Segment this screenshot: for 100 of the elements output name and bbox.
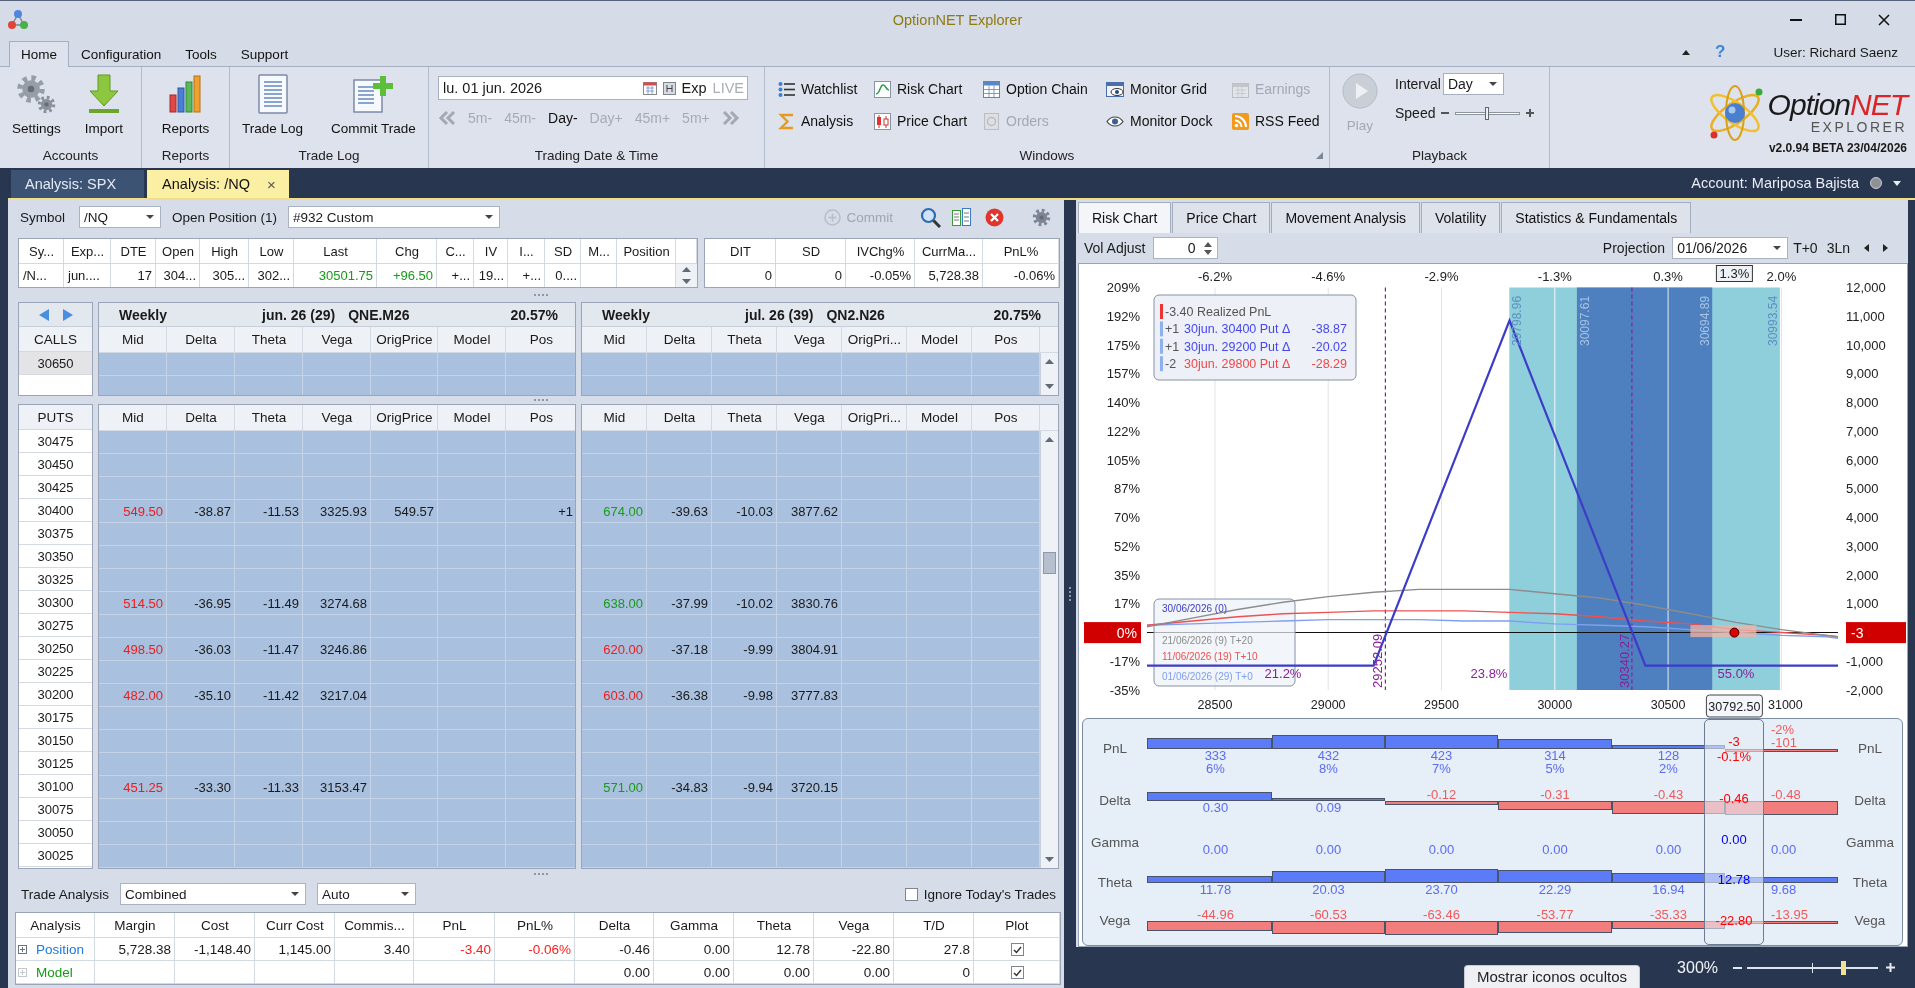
expand-icon[interactable] bbox=[18, 945, 27, 954]
column-header[interactable]: I... bbox=[508, 239, 545, 263]
ribbon-tab[interactable]: Home bbox=[9, 41, 69, 67]
scrollbar[interactable] bbox=[1040, 431, 1058, 868]
scroll-down-icon[interactable] bbox=[1045, 857, 1054, 862]
checkbox[interactable] bbox=[904, 887, 918, 901]
column-header[interactable]: Curr Cost bbox=[255, 913, 335, 937]
plot-checkbox[interactable] bbox=[1010, 943, 1024, 956]
strike-cell[interactable]: 30250 bbox=[19, 637, 92, 660]
strike-cell[interactable]: 30425 bbox=[19, 476, 92, 499]
previous-arrow-icon[interactable] bbox=[38, 308, 49, 321]
column-header[interactable]: Open bbox=[156, 239, 200, 263]
time-step-button[interactable]: Day- bbox=[548, 110, 578, 126]
column-header[interactable]: CurrMa... bbox=[915, 239, 983, 263]
column-header[interactable]: Pos bbox=[506, 405, 577, 430]
offset-button[interactable]: T+0 bbox=[1793, 240, 1818, 256]
column-header[interactable]: Gamma bbox=[654, 913, 734, 937]
analysis-mode-dropdown[interactable]: Combined bbox=[120, 883, 307, 905]
column-header[interactable]: Plot bbox=[974, 913, 1060, 937]
column-header[interactable]: Delta bbox=[575, 913, 654, 937]
interval-dropdown[interactable]: Day bbox=[1442, 73, 1504, 95]
sheets-button[interactable] bbox=[952, 207, 971, 227]
scrollbar[interactable] bbox=[1040, 353, 1058, 395]
chart-tab[interactable]: Movement Analysis bbox=[1271, 202, 1420, 233]
strike-cell[interactable]: 30275 bbox=[19, 614, 92, 637]
column-header[interactable]: Pos bbox=[972, 405, 1040, 430]
column-header[interactable]: Model bbox=[907, 405, 972, 430]
column-header[interactable]: Exp... bbox=[64, 239, 111, 263]
search-button[interactable] bbox=[920, 206, 941, 228]
scroll-up-icon[interactable] bbox=[1045, 359, 1054, 364]
column-header[interactable]: SD bbox=[776, 239, 846, 263]
column-header[interactable]: Model bbox=[907, 327, 972, 352]
column-header[interactable]: Theta bbox=[235, 405, 303, 430]
column-header[interactable]: Pos bbox=[972, 327, 1040, 352]
strike-cell[interactable]: 30650 bbox=[19, 352, 92, 375]
price-chart-button[interactable]: Price Chart bbox=[874, 110, 968, 132]
splitter-handle[interactable] bbox=[533, 398, 549, 402]
column-header[interactable]: Delta bbox=[167, 327, 235, 352]
column-header[interactable]: Analysis bbox=[16, 913, 95, 937]
column-header[interactable]: T/D bbox=[894, 913, 974, 937]
symbol-dropdown[interactable]: /NQ bbox=[79, 206, 161, 228]
strike-cell[interactable]: 30175 bbox=[19, 706, 92, 729]
strike-cell[interactable]: 30300 bbox=[19, 591, 92, 614]
column-header[interactable]: Mid bbox=[99, 405, 167, 430]
minus-icon[interactable] bbox=[1441, 112, 1450, 114]
column-header[interactable]: Mid bbox=[582, 405, 647, 430]
scale-dropdown[interactable]: Auto bbox=[317, 883, 417, 905]
column-header[interactable]: Vega bbox=[303, 327, 371, 352]
column-header[interactable]: PnL bbox=[414, 913, 495, 937]
column-header[interactable]: C... bbox=[437, 239, 474, 263]
projection-dropdown[interactable]: 01/06/2026 bbox=[1672, 237, 1789, 259]
scroll-down-icon[interactable] bbox=[682, 278, 691, 284]
import-button[interactable]: Import bbox=[80, 72, 128, 138]
commit-trade-button[interactable]: Commit Trade bbox=[327, 72, 420, 138]
settings-button[interactable]: Settings bbox=[8, 72, 65, 138]
strike-cell[interactable]: 30225 bbox=[19, 660, 92, 683]
column-header[interactable]: Margin bbox=[95, 913, 175, 937]
risk-chart-button[interactable]: Risk Chart bbox=[874, 78, 963, 100]
strike-cell[interactable]: 30050 bbox=[19, 821, 92, 844]
chart-tab[interactable]: Risk Chart bbox=[1078, 202, 1172, 233]
trade-log-button[interactable]: Trade Log bbox=[238, 72, 308, 138]
column-header[interactable]: High bbox=[200, 239, 249, 263]
column-header[interactable]: Vega bbox=[814, 913, 894, 937]
strike-cell[interactable]: 30350 bbox=[19, 545, 92, 568]
strike-cell[interactable]: 30325 bbox=[19, 568, 92, 591]
column-header[interactable]: OrigPrice bbox=[371, 327, 438, 352]
previous-icon[interactable] bbox=[1864, 244, 1869, 252]
lines-button[interactable]: 3Ln bbox=[1826, 240, 1850, 256]
position-dropdown[interactable]: #932 Custom bbox=[288, 206, 501, 228]
column-header[interactable]: M... bbox=[581, 239, 617, 263]
splitter-handle[interactable] bbox=[1068, 586, 1072, 602]
column-header[interactable]: Vega bbox=[303, 405, 371, 430]
plus-icon[interactable] bbox=[1526, 109, 1535, 117]
plus-icon[interactable] bbox=[1886, 963, 1895, 972]
option-chain-button[interactable]: Option Chain bbox=[983, 78, 1088, 100]
column-header[interactable]: Last bbox=[294, 239, 377, 263]
column-header[interactable]: Model bbox=[438, 405, 506, 430]
strike-cell[interactable]: 30450 bbox=[19, 453, 92, 476]
reports-button[interactable]: Reports bbox=[157, 72, 214, 138]
dropdown-caret-icon[interactable] bbox=[1893, 180, 1901, 186]
monitor-grid-button[interactable]: Monitor Grid bbox=[1106, 78, 1208, 100]
column-header[interactable]: Cost bbox=[175, 913, 255, 937]
column-header[interactable]: Commis... bbox=[335, 913, 414, 937]
strike-cell[interactable]: 30200 bbox=[19, 683, 92, 706]
ribbon-tab[interactable]: Configuration bbox=[69, 41, 174, 67]
spinner-icon[interactable] bbox=[1203, 241, 1212, 255]
column-header[interactable]: Delta bbox=[647, 327, 712, 352]
column-header[interactable]: Position bbox=[617, 239, 676, 263]
column-header[interactable]: SD bbox=[545, 239, 581, 263]
analysis-row-label[interactable]: Position bbox=[36, 942, 85, 957]
scroll-down-icon[interactable] bbox=[1045, 384, 1054, 389]
watchlist-button[interactable]: Watchlist bbox=[778, 78, 858, 100]
column-header[interactable]: Theta bbox=[712, 405, 777, 430]
document-tab[interactable]: Analysis: /NQ × bbox=[147, 170, 289, 198]
column-header[interactable]: Sy... bbox=[19, 239, 64, 263]
chart-tab[interactable]: Statistics & Fundamentals bbox=[1501, 202, 1692, 233]
column-header[interactable]: Delta bbox=[167, 405, 235, 430]
strike-cell[interactable]: 30375 bbox=[19, 522, 92, 545]
scrollbar[interactable] bbox=[676, 264, 697, 287]
column-header[interactable]: OrigPrice bbox=[371, 405, 438, 430]
